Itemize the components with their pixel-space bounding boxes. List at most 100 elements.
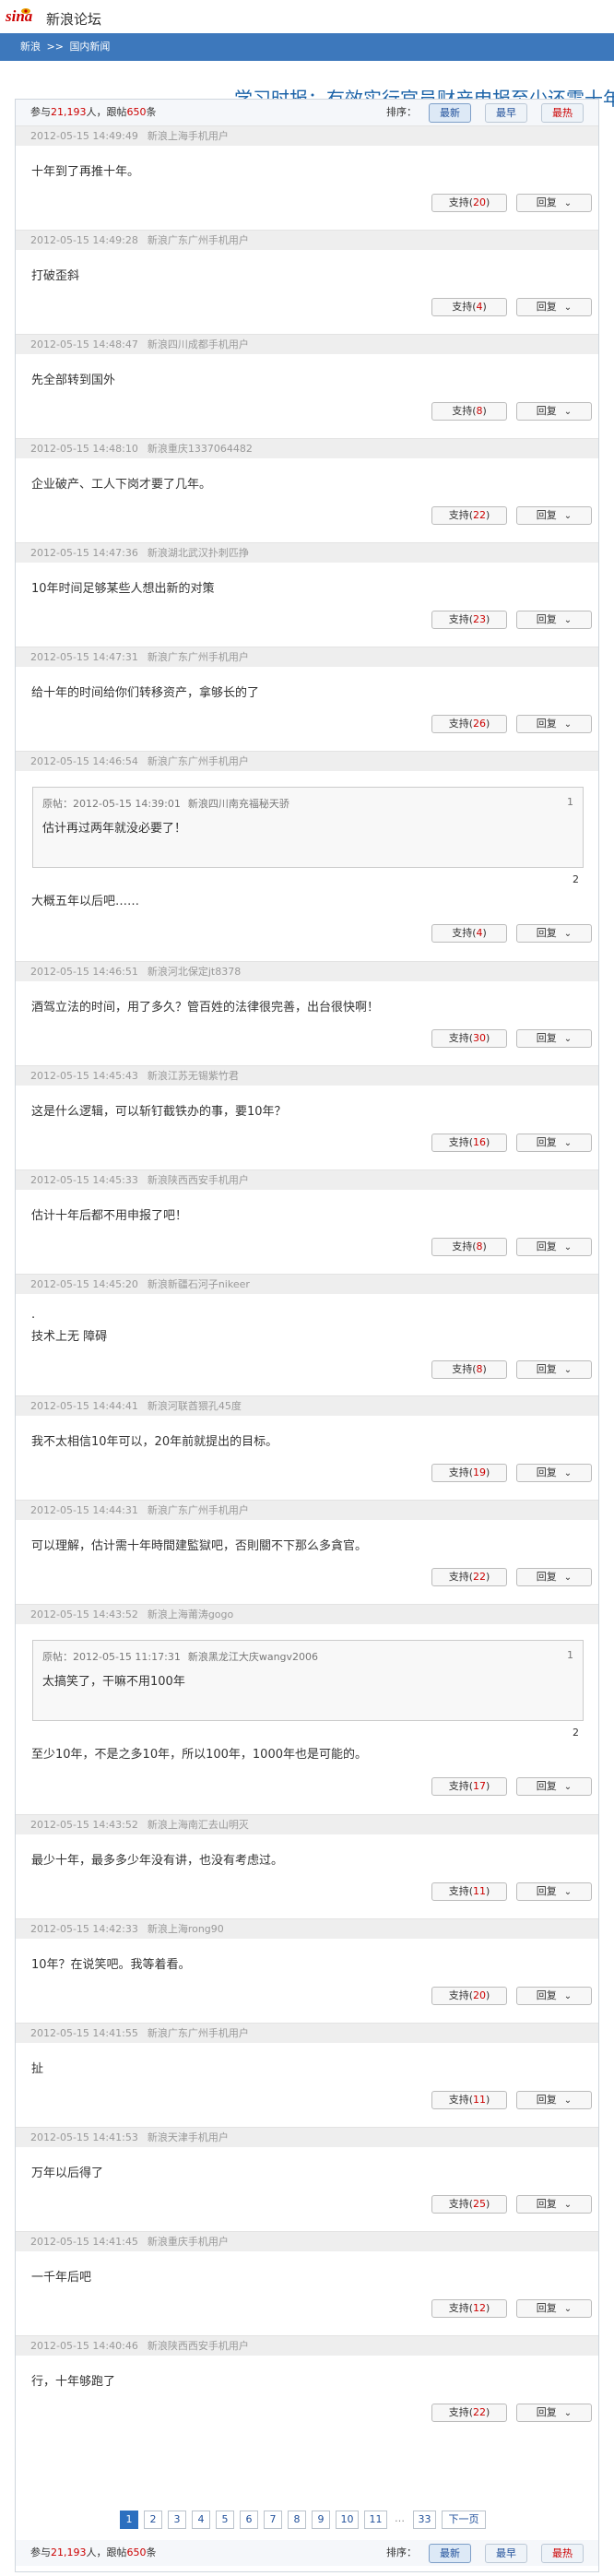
reply-button[interactable]: 回复 ⌄: [516, 1029, 592, 1048]
comment-username[interactable]: 新浪广东广州手机用户: [148, 755, 249, 767]
comment-username[interactable]: 新浪陕西西安手机用户: [148, 2340, 249, 2352]
comment-username[interactable]: 新浪陕西西安手机用户: [148, 1174, 249, 1186]
reply-button[interactable]: 回复 ⌄: [516, 2195, 592, 2214]
comment-username[interactable]: 新浪上海手机用户: [148, 130, 229, 142]
sort-earliest-button[interactable]: 最早: [485, 2544, 527, 2563]
page-link[interactable]: 8: [288, 2511, 306, 2529]
support-button[interactable]: 支持(11): [431, 2091, 507, 2109]
comment-username[interactable]: 新浪河北保定jt8378: [148, 966, 241, 978]
quoted-username[interactable]: 新浪黑龙江大庆wangv2006: [188, 1651, 318, 1663]
support-button[interactable]: 支持(22): [431, 1568, 507, 1586]
reply-button[interactable]: 回复 ⌄: [516, 506, 592, 525]
page-link[interactable]: 4: [192, 2511, 210, 2529]
reply-button[interactable]: 回复 ⌄: [516, 402, 592, 421]
reply-button[interactable]: 回复 ⌄: [516, 1360, 592, 1379]
support-button[interactable]: 支持(8): [431, 1360, 507, 1379]
reply-button[interactable]: 回复 ⌄: [516, 715, 592, 733]
page-link[interactable]: 11: [364, 2511, 387, 2529]
comment-username[interactable]: 新浪广东广州手机用户: [148, 2027, 249, 2039]
support-button[interactable]: 支持(11): [431, 1882, 507, 1901]
support-button[interactable]: 支持(4): [431, 924, 507, 943]
reply-button[interactable]: 回复 ⌄: [516, 1568, 592, 1586]
support-button[interactable]: 支持(22): [431, 2404, 507, 2422]
page-link[interactable]: 7: [264, 2511, 282, 2529]
support-button[interactable]: 支持(19): [431, 1464, 507, 1482]
support-button[interactable]: 支持(23): [431, 611, 507, 629]
page-link[interactable]: 6: [240, 2511, 258, 2529]
comment-username[interactable]: 新浪广东广州手机用户: [148, 1504, 249, 1516]
reply-button[interactable]: 回复 ⌄: [516, 1134, 592, 1152]
support-button[interactable]: 支持(20): [431, 1987, 507, 2005]
page-link[interactable]: 5: [216, 2511, 234, 2529]
comment-username[interactable]: 新浪重庆手机用户: [148, 2236, 229, 2248]
page-link[interactable]: 10: [336, 2511, 359, 2529]
page-link-last[interactable]: 33: [413, 2511, 436, 2529]
support-button[interactable]: 支持(30): [431, 1029, 507, 1048]
comment-username[interactable]: 新浪广东广州手机用户: [148, 651, 249, 663]
comment-item: 2012-05-15 14:41:45 新浪重庆手机用户 一千年后吧 支持(12) 回复…: [16, 2231, 598, 2335]
page-link[interactable]: 2: [144, 2511, 162, 2529]
support-button[interactable]: 支持(26): [431, 715, 507, 733]
comment-item: 2012-05-15 14:43:52 新浪上海莆涛gogo 原帖：2012-05-…: [16, 1604, 598, 1814]
sort-latest-button[interactable]: 最新: [429, 2544, 471, 2563]
support-button[interactable]: 支持(22): [431, 506, 507, 525]
participants-count: 21,193: [51, 106, 87, 118]
support-button[interactable]: 支持(4): [431, 298, 507, 316]
reply-button[interactable]: 回复 ⌄: [516, 2299, 592, 2318]
support-button[interactable]: 支持(16): [431, 1134, 507, 1152]
reply-button[interactable]: 回复 ⌄: [516, 2404, 592, 2422]
breadcrumb-home-link[interactable]: 新浪: [20, 41, 41, 53]
quoted-username[interactable]: 新浪四川南充福秘天骄: [188, 798, 289, 810]
sort-earliest-button[interactable]: 最早: [485, 103, 527, 123]
pagination: 1 2 3 4 5 6 7 8 9 10 11 … 33 下一页: [16, 2503, 598, 2533]
sort-hottest-button[interactable]: 最热: [541, 103, 584, 123]
support-button[interactable]: 支持(8): [431, 402, 507, 421]
support-button[interactable]: 支持(12): [431, 2299, 507, 2318]
reply-button[interactable]: 回复 ⌄: [516, 924, 592, 943]
comment-item: 2012-05-15 14:48:47 新浪四川成都手机用户 先全部转到国外 支持(8…: [16, 334, 598, 438]
reply-button[interactable]: 回复 ⌄: [516, 1987, 592, 2005]
comment-username[interactable]: 新浪天津手机用户: [148, 2131, 229, 2143]
page-current[interactable]: 1: [120, 2511, 138, 2529]
reply-label: 回复: [536, 405, 557, 417]
page-link[interactable]: 9: [312, 2511, 330, 2529]
floor-number: 2: [573, 1727, 579, 1739]
comment-username[interactable]: 新浪四川成都手机用户: [148, 338, 249, 350]
chevron-down-icon: ⌄: [563, 2200, 573, 2210]
comment-item: 2012-05-15 14:46:51 新浪河北保定jt8378 酒驾立法的时间，用…: [16, 961, 598, 1065]
breadcrumb-section-link[interactable]: 国内新闻: [69, 41, 110, 53]
comment-username[interactable]: 新浪重庆1337064482: [148, 443, 253, 455]
support-button[interactable]: 支持(25): [431, 2195, 507, 2214]
comment-time: 2012-05-15 14:41:55: [30, 2027, 138, 2039]
comment-username[interactable]: 新浪江苏无锡紫竹君: [148, 1070, 239, 1082]
reply-label: 回复: [536, 196, 557, 208]
comment-time: 2012-05-15 14:49:28: [30, 234, 138, 246]
comment-username[interactable]: 新浪河联酋猥孔45度: [148, 1400, 242, 1412]
participants-count: 21,193: [51, 2546, 87, 2558]
reply-button[interactable]: 回复 ⌄: [516, 298, 592, 316]
reply-button[interactable]: 回复 ⌄: [516, 1238, 592, 1256]
reply-button[interactable]: 回复 ⌄: [516, 1777, 592, 1796]
reply-button[interactable]: 回复 ⌄: [516, 1882, 592, 1901]
comment-username[interactable]: 新浪湖北武汉扑刺匹挣: [148, 547, 249, 559]
sina-forum-logo[interactable]: sina 新浪论坛: [6, 6, 135, 28]
reply-button[interactable]: 回复 ⌄: [516, 194, 592, 212]
comment-username[interactable]: 新浪广东广州手机用户: [148, 234, 249, 246]
reply-button[interactable]: 回复 ⌄: [516, 611, 592, 629]
comment-username[interactable]: 新浪上海南汇去山明灭: [148, 1819, 249, 1831]
sort-hottest-button[interactable]: 最热: [541, 2544, 584, 2563]
next-page-button[interactable]: 下一页: [442, 2511, 486, 2529]
reply-button[interactable]: 回复 ⌄: [516, 2091, 592, 2109]
support-count: 22: [473, 1571, 486, 1583]
page-link[interactable]: 3: [168, 2511, 186, 2529]
comment-username[interactable]: 新浪上海rong90: [148, 1923, 224, 1935]
support-button[interactable]: 支持(17): [431, 1777, 507, 1796]
comment-username[interactable]: 新浪新疆石河子nikeer: [148, 1278, 250, 1290]
support-button[interactable]: 支持(8): [431, 1238, 507, 1256]
support-button[interactable]: 支持(20): [431, 194, 507, 212]
comment-username[interactable]: 新浪上海莆涛gogo: [148, 1609, 233, 1620]
reply-button[interactable]: 回复 ⌄: [516, 1464, 592, 1482]
sort-latest-button[interactable]: 最新: [429, 103, 471, 123]
support-label: 支持: [448, 1885, 469, 1897]
reply-label: 回复: [536, 2302, 557, 2314]
